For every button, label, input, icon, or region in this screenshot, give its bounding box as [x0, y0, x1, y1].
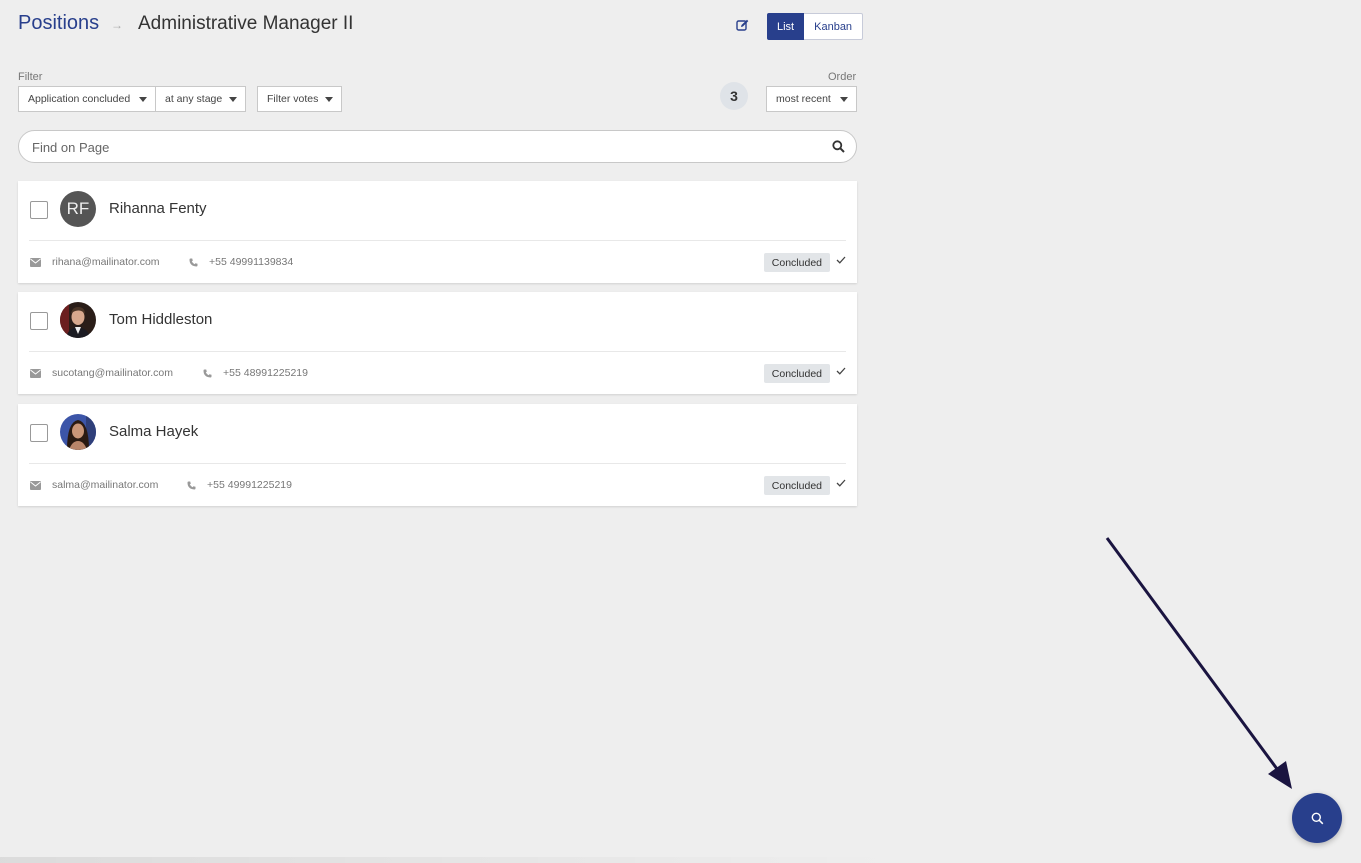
check-icon — [836, 256, 846, 264]
email-text: rihana@mailinator.com — [52, 256, 160, 268]
status-badge: Concluded — [763, 253, 830, 272]
divider — [29, 240, 846, 241]
candidate-card: RF Rihanna Fenty rihana@mailinator.com +… — [18, 181, 857, 283]
email-text: salma@mailinator.com — [52, 479, 159, 491]
envelope-icon — [30, 480, 41, 490]
stage-value: at any stage — [165, 93, 223, 105]
select-candidate-checkbox[interactable] — [30, 424, 48, 442]
list-view-button[interactable]: List — [767, 13, 805, 40]
page-header: Positions → Administrative Manager II Li… — [18, 0, 864, 52]
search-icon — [1311, 812, 1323, 824]
phone-icon — [187, 481, 196, 489]
votes-value: Filter votes — [267, 93, 319, 105]
edit-icon — [735, 19, 748, 31]
candidate-name[interactable]: Tom Hiddleston — [109, 311, 212, 328]
candidate-phone: +55 48991225219 — [203, 367, 308, 379]
phone-text: +55 48991225219 — [223, 367, 308, 379]
avatar — [60, 414, 96, 450]
kanban-view-button[interactable]: Kanban — [804, 13, 864, 40]
status-badge: Concluded — [763, 476, 830, 495]
select-candidate-checkbox[interactable] — [30, 312, 48, 330]
divider — [29, 351, 846, 352]
application-status-select[interactable]: Application concluded — [18, 86, 156, 112]
stage-select[interactable]: at any stage — [155, 86, 246, 112]
caret-down-icon — [325, 97, 333, 102]
candidate-email: rihana@mailinator.com — [30, 256, 160, 268]
candidate-card: Tom Hiddleston sucotang@mailinator.com +… — [18, 292, 857, 394]
avatar-photo — [60, 302, 96, 338]
find-on-page-input[interactable] — [30, 131, 814, 164]
phone-icon — [203, 369, 212, 377]
envelope-icon — [30, 257, 41, 267]
page-title: Administrative Manager II — [138, 13, 354, 34]
votes-select[interactable]: Filter votes — [257, 86, 342, 112]
caret-down-icon — [840, 97, 848, 102]
breadcrumb-arrow-icon: → — [111, 18, 123, 32]
breadcrumb-positions-link[interactable]: Positions — [18, 12, 99, 35]
phone-icon — [189, 258, 198, 266]
avatar-photo — [60, 414, 96, 450]
select-candidate-checkbox[interactable] — [30, 201, 48, 219]
check-icon — [836, 367, 846, 375]
application-status-value: Application concluded — [28, 93, 131, 105]
candidate-name[interactable]: Rihanna Fenty — [109, 200, 207, 217]
check-icon — [836, 479, 846, 487]
phone-text: +55 49991139834 — [209, 256, 294, 268]
view-toggle: List Kanban — [767, 13, 864, 40]
avatar — [60, 302, 96, 338]
find-on-page-box — [18, 130, 857, 164]
phone-text: +55 49991225219 — [207, 479, 292, 491]
order-label: Order — [828, 71, 857, 83]
bottom-shadow — [0, 857, 900, 863]
candidate-name[interactable]: Salma Hayek — [109, 423, 198, 440]
candidate-phone: +55 49991139834 — [189, 256, 293, 268]
main-content: Positions → Administrative Manager II Li… — [18, 0, 864, 506]
divider — [29, 463, 846, 464]
envelope-icon — [30, 368, 41, 378]
results-count-badge: 3 — [720, 82, 748, 110]
edit-position-button[interactable] — [731, 14, 753, 36]
email-text: sucotang@mailinator.com — [52, 367, 173, 379]
order-value: most recent — [776, 93, 831, 105]
avatar: RF — [60, 191, 96, 227]
order-select[interactable]: most recent — [766, 86, 857, 112]
candidate-phone: +55 49991225219 — [187, 479, 292, 491]
floating-search-button[interactable] — [1292, 793, 1342, 843]
caret-down-icon — [229, 97, 237, 102]
search-icon[interactable] — [832, 140, 845, 153]
candidate-email: salma@mailinator.com — [30, 479, 158, 491]
caret-down-icon — [139, 97, 147, 102]
filter-label: Filter — [18, 71, 43, 83]
candidate-card: Salma Hayek salma@mailinator.com +55 499… — [18, 404, 857, 506]
candidate-email: sucotang@mailinator.com — [30, 367, 173, 379]
status-badge: Concluded — [763, 364, 830, 383]
